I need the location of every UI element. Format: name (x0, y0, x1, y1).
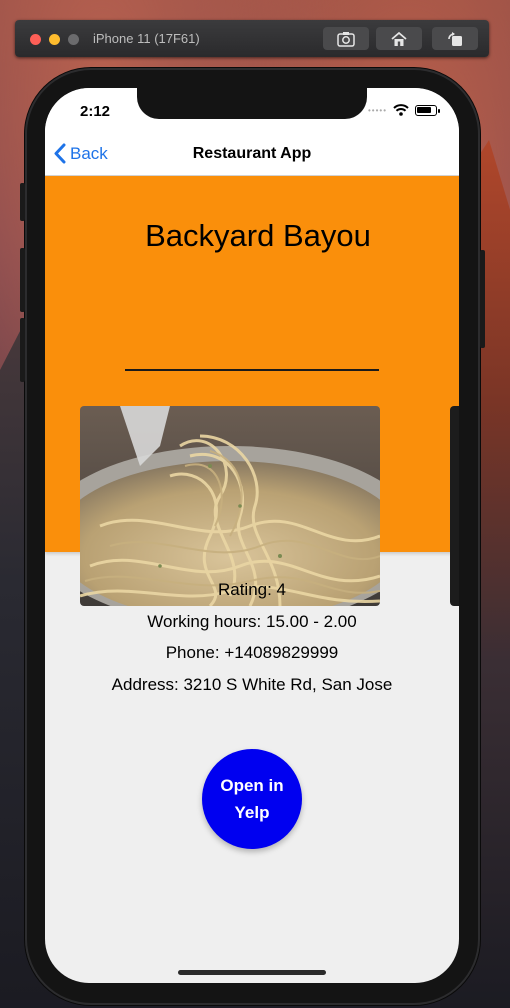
close-window-button[interactable] (30, 34, 41, 45)
screenshot-button[interactable] (323, 27, 369, 50)
simulator-toolbar: iPhone 11 (17F61) (15, 20, 489, 57)
device-label: iPhone 11 (17F61) (93, 31, 200, 46)
rating-text: Rating: 4 (217, 580, 287, 599)
minimize-window-button[interactable] (49, 34, 60, 45)
address-text: Address: 3210 S White Rd, San Jose (111, 674, 393, 694)
home-button[interactable] (376, 27, 422, 50)
status-time: 2:12 (80, 103, 111, 120)
navigation-bar: Back Restaurant App (45, 132, 459, 176)
status-indicators: ••••• (367, 104, 440, 116)
screenshot-icon (337, 31, 355, 47)
wifi-icon (393, 104, 409, 116)
rotate-icon (448, 31, 462, 46)
restaurant-details: Rating: 4 Working hours: 15.00 - 2.00 Ph… (45, 574, 459, 700)
page-title: Restaurant App (192, 145, 312, 162)
open-in-yelp-button[interactable]: Open in Yelp (202, 749, 302, 849)
hours-text: Working hours: 15.00 - 2.00 (147, 611, 357, 631)
phone-screen: Back Restaurant App 2:12 ••••• Backyard … (45, 88, 459, 983)
volume-up-button (20, 248, 25, 312)
home-indicator[interactable] (178, 970, 326, 975)
notch (137, 88, 367, 119)
restaurant-header: Backyard Bayou (45, 176, 459, 606)
rotate-button[interactable] (432, 27, 478, 50)
zoom-window-button[interactable] (68, 34, 79, 45)
signal-icon: ••••• (367, 105, 387, 115)
battery-icon (415, 104, 440, 116)
title-underline (125, 369, 379, 371)
home-icon (391, 31, 407, 46)
phone-text[interactable]: Phone: +14089829999 (45, 637, 459, 669)
volume-down-button (20, 318, 25, 382)
yelp-button-label: Open in Yelp (220, 776, 284, 822)
mute-switch (20, 183, 25, 221)
restaurant-name: Backyard Bayou (145, 218, 371, 253)
power-button (480, 250, 485, 348)
